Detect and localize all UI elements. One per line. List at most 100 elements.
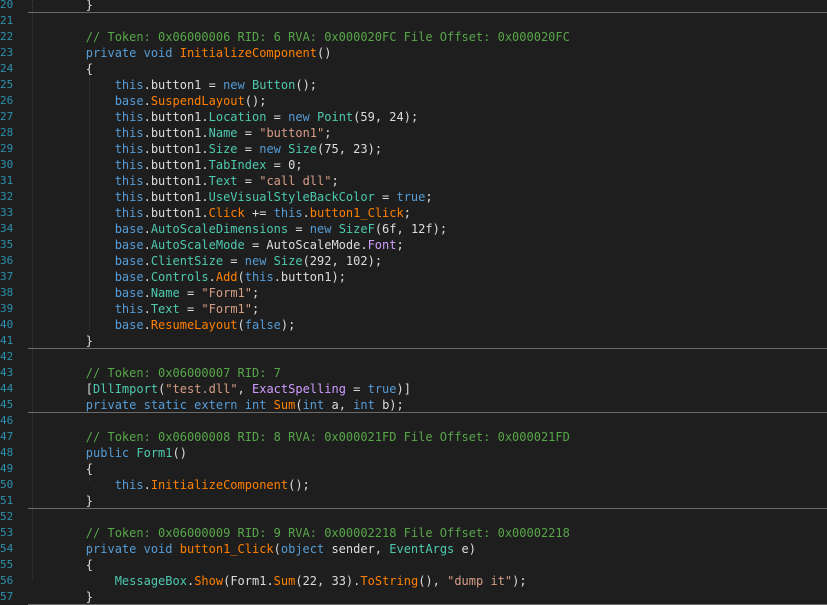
code-token-keyword: int: [353, 398, 383, 412]
code-line[interactable]: 23 private void InitializeComponent(): [0, 45, 827, 61]
line-number: 52: [0, 510, 14, 523]
code-token-keyword: base: [28, 286, 144, 300]
code-editor[interactable]: 20 } 21 22 // Token: 0x06000006 RID: 6 RVA…: [0, 0, 827, 605]
code-line[interactable]: 36 base.ClientSize = new Size(292, 102);: [0, 253, 827, 269]
code-line[interactable]: 24 {: [0, 61, 827, 77]
code-text: {: [28, 61, 93, 77]
code-token-text: ;: [252, 302, 260, 316]
code-line[interactable]: 22 // Token: 0x06000006 RID: 6 RVA: 0x00…: [0, 29, 827, 45]
code-token-text: [: [28, 382, 94, 396]
code-token-text: e): [454, 542, 476, 556]
code-token-method: ToString: [360, 574, 419, 588]
code-token-text: ,: [237, 382, 252, 396]
line-number: 43: [0, 366, 14, 379]
code-line[interactable]: 33 this.button1.Click += this.button1_Cl…: [0, 205, 827, 221]
code-token-member: Controls: [150, 270, 209, 284]
code-token-text: (),: [418, 574, 448, 588]
code-line[interactable]: 53 // Token: 0x06000009 RID: 9 RVA: 0x00…: [0, 525, 827, 541]
code-line[interactable]: 54 private void button1_Click(object sen…: [0, 541, 827, 557]
code-token-text: (: [273, 542, 281, 556]
line-number: 48: [0, 446, 14, 459]
code-token-member: Text: [208, 174, 238, 188]
line-number: 34: [0, 222, 14, 235]
code-token-method: Click: [208, 206, 245, 220]
line-number: 39: [0, 302, 14, 315]
code-line[interactable]: 32 this.button1.UseVisualStyleBackColor …: [0, 189, 827, 205]
code-line[interactable]: 40 base.ResumeLayout(false);: [0, 317, 827, 333]
code-token-text: (6f, 12f);: [374, 222, 448, 236]
code-line[interactable]: 27 this.button1.Location = new Point(59,…: [0, 109, 827, 125]
code-line[interactable]: 31 this.button1.Text = "call dll";: [0, 173, 827, 189]
code-line[interactable]: 57 }: [0, 589, 827, 605]
code-token-keyword: base: [28, 318, 144, 332]
code-line[interactable]: 47 // Token: 0x06000008 RID: 8 RVA: 0x00…: [0, 429, 827, 445]
code-text: base.SuspendLayout();: [28, 93, 267, 109]
code-line[interactable]: 34 base.AutoScaleDimensions = new SizeF(…: [0, 221, 827, 237]
code-line[interactable]: 48 public Form1(): [0, 445, 827, 461]
code-text: base.Name = "Form1";: [28, 285, 260, 301]
line-number: 42: [0, 350, 14, 363]
line-number: 38: [0, 286, 14, 299]
code-line[interactable]: 51 }: [0, 493, 827, 509]
code-line[interactable]: 29 this.button1.Size = new Size(75, 23);: [0, 141, 827, 157]
code-line[interactable]: 41 }: [0, 333, 827, 349]
code-token-text: (59, 24);: [353, 110, 419, 124]
code-token-text: );: [512, 574, 527, 588]
line-number: 30: [0, 158, 14, 171]
code-token-keyword: this: [28, 126, 144, 140]
code-token-text: .button1);: [273, 270, 346, 284]
code-token-text: ;: [403, 206, 411, 220]
code-line[interactable]: 21: [0, 13, 827, 29]
code-line[interactable]: 43 // Token: 0x06000007 RID: 7: [0, 365, 827, 381]
code-line[interactable]: 30 this.button1.TabIndex = 0;: [0, 157, 827, 173]
code-token-method: Sum: [273, 574, 296, 588]
code-token-text: .: [143, 302, 151, 316]
code-token-text: );: [280, 318, 296, 332]
line-number: 36: [0, 254, 14, 267]
code-line[interactable]: 35 base.AutoScaleMode = AutoScaleMode.Fo…: [0, 237, 827, 253]
code-line[interactable]: 50 this.InitializeComponent();: [0, 477, 827, 493]
code-token-text: {: [28, 62, 94, 76]
code-line[interactable]: 42: [0, 349, 827, 365]
code-text: [DllImport("test.dll", ExactSpelling = t…: [28, 381, 411, 397]
code-line[interactable]: 55 {: [0, 557, 827, 573]
line-number: 28: [0, 126, 14, 139]
line-number: 35: [0, 238, 14, 251]
code-token-keyword: base: [28, 238, 144, 252]
code-line[interactable]: 26 base.SuspendLayout();: [0, 93, 827, 109]
code-line[interactable]: 49 {: [0, 461, 827, 477]
code-token-text: .button1.: [143, 190, 209, 204]
code-token-text: =: [237, 126, 260, 140]
code-line[interactable]: 45 private static extern int Sum(int a, …: [0, 397, 827, 413]
code-token-text: (: [295, 398, 303, 412]
code-token-keyword: base: [28, 94, 144, 108]
code-token-text: =: [345, 382, 368, 396]
code-token-text: (: [237, 270, 245, 284]
code-token-text: .button1 =: [143, 78, 224, 92]
code-token-text: =: [179, 286, 202, 300]
code-text: {: [28, 557, 93, 573]
code-text: private void button1_Click(object sender…: [28, 541, 476, 557]
code-line[interactable]: 44 [DllImport("test.dll", ExactSpelling …: [0, 381, 827, 397]
code-line[interactable]: 52: [0, 509, 827, 525]
code-text: }: [28, 333, 93, 349]
code-line[interactable]: 46: [0, 413, 827, 429]
code-token-keyword: this: [28, 78, 144, 92]
code-text: this.button1 = new Button();: [28, 77, 317, 93]
code-token-method: button1_Click: [179, 542, 274, 556]
code-token-keyword: this: [28, 110, 144, 124]
code-token-string: "call dll": [259, 174, 332, 188]
code-line[interactable]: 38 base.Name = "Form1";: [0, 285, 827, 301]
line-number: 20: [0, 0, 14, 11]
code-token-keyword: this: [28, 302, 144, 316]
code-line[interactable]: 25 this.button1 = new Button();: [0, 77, 827, 93]
code-line[interactable]: 56 MessageBox.Show(Form1.Sum(22, 33).ToS…: [0, 573, 827, 589]
line-number: 54: [0, 542, 14, 555]
line-number: 51: [0, 494, 14, 507]
code-text: base.ResumeLayout(false);: [28, 317, 296, 333]
code-line[interactable]: 37 base.Controls.Add(this.button1);: [0, 269, 827, 285]
code-line[interactable]: 39 this.Text = "Form1";: [0, 301, 827, 317]
code-line[interactable]: 28 this.button1.Name = "button1";: [0, 125, 827, 141]
code-token-keyword: private static extern int: [28, 398, 274, 412]
line-number: 26: [0, 94, 14, 107]
